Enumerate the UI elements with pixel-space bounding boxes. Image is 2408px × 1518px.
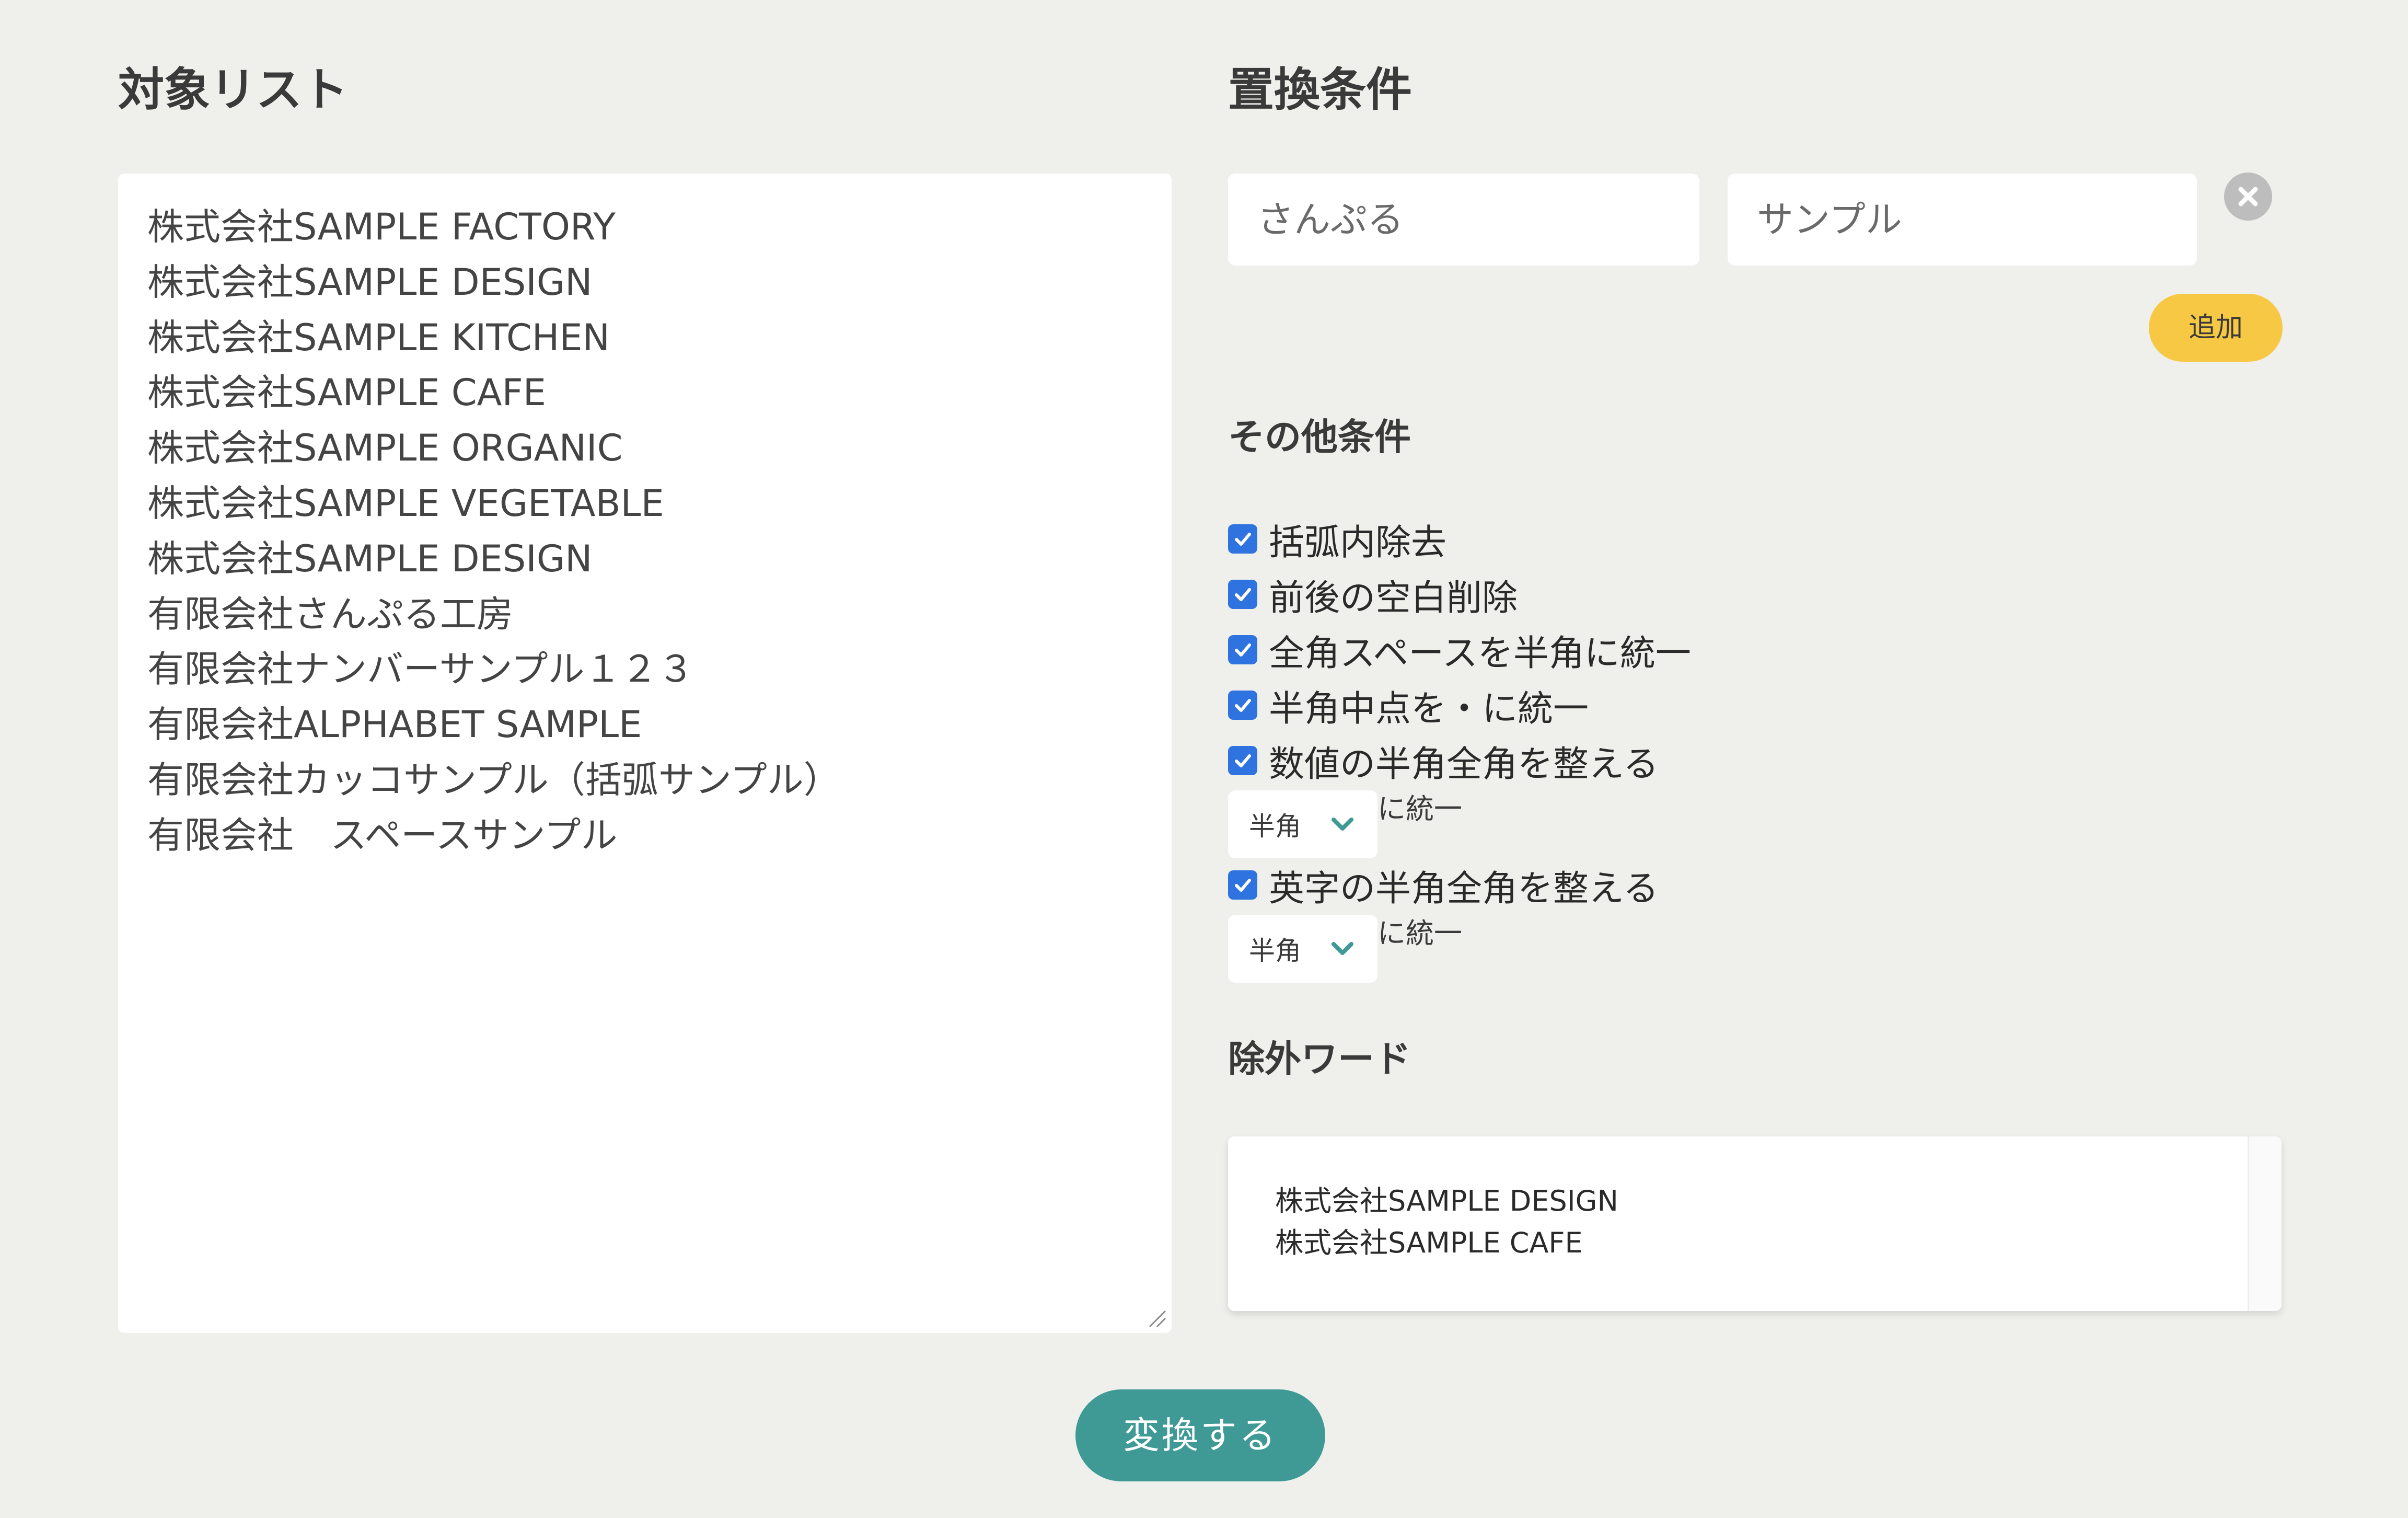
select-value: 半角 xyxy=(1249,811,1301,842)
target-line: 株式会社SAMPLE ORGANIC xyxy=(147,427,623,470)
exclude-line: 株式会社SAMPLE CAFE xyxy=(1275,1226,1583,1259)
exclude-heading: 除外ワード xyxy=(1228,1038,1411,1080)
target-line: 有限会社さんぷる工房 xyxy=(147,592,513,636)
exclude-words-textarea[interactable]: 株式会社SAMPLE DESIGN 株式会社SAMPLE CAFE xyxy=(1228,1136,2282,1311)
number-unify-label: に統一 xyxy=(1377,792,1462,825)
replace-from-input[interactable]: さんぷる xyxy=(1228,174,1699,266)
checkbox-label: 前後の空白削除 xyxy=(1269,577,1518,619)
scrollbar[interactable] xyxy=(2248,1136,2282,1311)
other-conditions-heading: その他条件 xyxy=(1228,416,1411,458)
alpha-width-select[interactable]: 半角 xyxy=(1228,915,1377,983)
checkbox-label: 全角スペースを半角に統一 xyxy=(1269,632,1691,674)
checkbox-remove-brackets[interactable]: 括弧内除去 xyxy=(1228,511,1446,567)
target-line: 株式会社SAMPLE DESIGN xyxy=(147,537,593,580)
close-icon xyxy=(2238,187,2258,206)
checkbox-number-width[interactable]: 数値の半角全角を整える xyxy=(1228,733,1659,788)
exclude-line: 株式会社SAMPLE DESIGN xyxy=(1275,1184,1618,1217)
replace-heading: 置換条件 xyxy=(1228,63,1413,117)
resize-grip-icon[interactable] xyxy=(1145,1307,1166,1328)
target-line: 株式会社SAMPLE DESIGN xyxy=(147,260,593,304)
select-value: 半角 xyxy=(1249,936,1301,966)
target-line: 株式会社SAMPLE FACTORY xyxy=(147,205,616,248)
target-list-heading: 対象リスト xyxy=(118,63,349,117)
checkbox-checked-icon[interactable] xyxy=(1228,870,1257,900)
replace-to-input[interactable]: サンプル xyxy=(1728,174,2197,266)
checkbox-checked-icon[interactable] xyxy=(1228,635,1257,664)
add-rule-button[interactable]: 追加 xyxy=(2149,294,2283,362)
checkbox-label: 半角中点を・に統一 xyxy=(1269,688,1589,730)
checkbox-checked-icon[interactable] xyxy=(1228,691,1257,720)
checkbox-label: 括弧内除去 xyxy=(1269,522,1447,564)
alpha-unify-label: に統一 xyxy=(1377,917,1462,950)
checkbox-alpha-width[interactable]: 英字の半角全角を整える xyxy=(1228,857,1659,913)
target-line: 株式会社SAMPLE CAFE xyxy=(147,371,546,415)
target-line: 有限会社カッコサンプル（括弧サンプル） xyxy=(147,758,840,801)
target-line: 株式会社SAMPLE KITCHEN xyxy=(147,316,610,359)
checkbox-label: 英字の半角全角を整える xyxy=(1269,868,1659,910)
number-width-select[interactable]: 半角 xyxy=(1228,790,1377,858)
checkbox-trim-spaces[interactable]: 前後の空白削除 xyxy=(1228,567,1518,622)
chevron-down-icon xyxy=(1332,942,1353,955)
checkbox-checked-icon[interactable] xyxy=(1228,746,1257,775)
target-list-textarea[interactable]: 株式会社SAMPLE FACTORY 株式会社SAMPLE DESIGN 株式会… xyxy=(118,174,1172,1333)
target-line: 株式会社SAMPLE VEGETABLE xyxy=(147,481,664,525)
remove-rule-button[interactable] xyxy=(2224,172,2272,221)
checkbox-middle-dot[interactable]: 半角中点を・に統一 xyxy=(1228,677,1589,733)
target-line: 有限会社ナンバーサンプル１２３ xyxy=(147,648,694,691)
convert-button[interactable]: 変換する xyxy=(1075,1389,1325,1481)
chevron-down-icon xyxy=(1332,818,1353,831)
checkbox-label: 数値の半角全角を整える xyxy=(1269,743,1659,785)
target-line: 有限会社ALPHABET SAMPLE xyxy=(147,703,642,746)
checkbox-checked-icon[interactable] xyxy=(1228,524,1257,554)
checkbox-fullwidth-space[interactable]: 全角スペースを半角に統一 xyxy=(1228,622,1691,677)
target-line: 有限会社 スペースサンプル xyxy=(147,813,618,857)
checkbox-checked-icon[interactable] xyxy=(1228,580,1257,609)
